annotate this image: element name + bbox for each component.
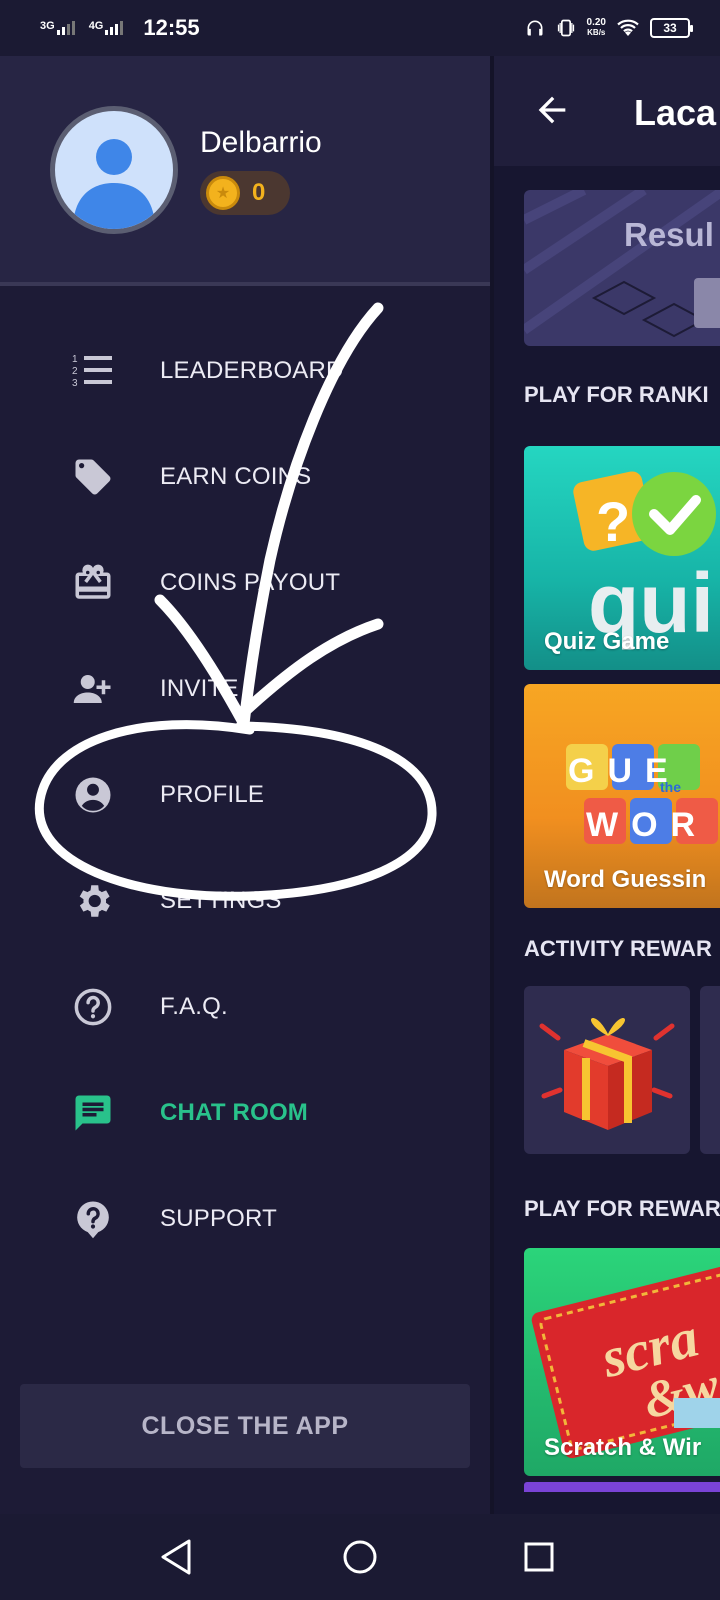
gift-card-icon — [75, 564, 111, 599]
status-right: 0.20 KB/s 33 — [525, 18, 693, 38]
svg-text:1: 1 — [72, 354, 78, 365]
results-card-title: Resul — [624, 216, 714, 253]
menu-label-chat-room: CHAT ROOM — [160, 1099, 309, 1126]
scratch-win-label: Scratch & Wir — [544, 1434, 702, 1461]
word-guessing-label: Word Guessin — [544, 866, 707, 893]
wifi-icon — [617, 19, 639, 36]
navigation-drawer: Delbarrio ★ 0 123 LEADERBOARD EARN COINS… — [0, 56, 490, 1514]
gift-box-icon — [539, 1017, 675, 1130]
main-screen: Laca Resul PLAY FOR RANKI ? qui Quiz Gam… — [490, 56, 720, 1514]
person-icon — [73, 139, 155, 229]
menu-item-invite[interactable]: INVITE — [0, 644, 490, 734]
nav-back-button[interactable] — [154, 1534, 200, 1580]
menu-label-earn-coins: EARN COINS — [160, 463, 312, 490]
menu-label-coins-payout: COINS PAYOUT — [160, 569, 341, 596]
network-speed: 0.20 KB/s — [587, 18, 606, 38]
menu-label-leaderboard: LEADERBOARD — [160, 357, 344, 384]
network-3g-label: 3G — [40, 20, 55, 32]
signal-bars-icon — [105, 21, 124, 35]
word-art-mid-text: the — [660, 779, 681, 795]
menu-label-faq: F.A.Q. — [160, 993, 228, 1020]
menu-item-coins-payout[interactable]: COINS PAYOUT — [0, 538, 490, 628]
word-art-bottom-text: WOR — [586, 806, 708, 844]
next-card-edge[interactable] — [524, 1482, 720, 1492]
close-app-button[interactable]: CLOSE THE APP — [20, 1384, 470, 1468]
system-navigation-bar — [0, 1514, 720, 1600]
menu-item-settings[interactable]: SETTINGS — [0, 856, 490, 946]
back-arrow-icon[interactable] — [532, 90, 572, 130]
signal-bars-icon — [56, 21, 75, 35]
nav-home-button[interactable] — [337, 1534, 383, 1580]
results-card[interactable]: Resul — [524, 190, 720, 346]
account-circle-icon — [75, 777, 111, 813]
results-card-pattern — [524, 190, 720, 338]
status-bar: 3G 4G 12:55 0.20 KB/s 33 — [0, 0, 720, 56]
coin-star-icon: ★ — [206, 176, 240, 210]
menu-item-leaderboard[interactable]: 123 LEADERBOARD — [0, 326, 490, 416]
scratch-win-card[interactable]: scra &w Scratch & Wir — [524, 1248, 720, 1476]
section-title-rewards: PLAY FOR REWAR — [524, 1196, 720, 1221]
user-name: Delbarrio — [200, 126, 322, 159]
menu-item-chat-room[interactable]: CHAT ROOM — [0, 1068, 490, 1158]
help-bubble-icon — [77, 1201, 109, 1239]
gear-icon — [79, 885, 110, 917]
network-3g-indicator: 3G — [40, 21, 75, 35]
question-circle-icon — [74, 988, 112, 1026]
activity-reward-card-2[interactable] — [700, 986, 720, 1154]
square-recents-icon — [524, 1542, 554, 1572]
coin-balance-badge: ★ 0 — [200, 171, 290, 215]
svg-text:2: 2 — [72, 366, 78, 377]
word-guessing-card[interactable]: GUE the WOR Word Guessin — [524, 684, 720, 908]
menu-item-faq[interactable]: F.A.Q. — [0, 962, 490, 1052]
section-title-activity: ACTIVITY REWAR — [524, 936, 712, 961]
status-left: 3G 4G 12:55 — [40, 15, 200, 41]
menu-label-profile: PROFILE — [160, 781, 265, 808]
coin-count: 0 — [252, 179, 266, 206]
nav-recents-button[interactable] — [516, 1534, 562, 1580]
drawer-header: Delbarrio ★ 0 — [0, 56, 490, 286]
menu-item-earn-coins[interactable]: EARN COINS — [0, 432, 490, 522]
menu-item-support[interactable]: SUPPORT — [0, 1174, 490, 1264]
question-mark-icon: ? — [596, 490, 630, 553]
headphones-icon — [527, 20, 543, 36]
menu-label-settings: SETTINGS — [160, 887, 282, 914]
triangle-back-icon — [161, 1539, 191, 1575]
network-4g-label: 4G — [88, 20, 104, 32]
tag-icon — [75, 459, 111, 495]
vibrate-icon — [557, 19, 574, 37]
activity-reward-card[interactable] — [524, 986, 690, 1154]
person-add-icon — [73, 675, 111, 703]
section-title-ranking: PLAY FOR RANKI — [524, 382, 709, 407]
leaderboard-list-icon: 123 — [72, 354, 112, 389]
network-4g-indicator: 4G — [89, 21, 124, 35]
battery-icon: 33 — [650, 18, 693, 38]
battery-level: 33 — [663, 21, 677, 35]
quiz-game-card[interactable]: ? qui Quiz Game — [524, 446, 720, 670]
circle-home-icon — [343, 1540, 377, 1574]
menu-label-support: SUPPORT — [160, 1205, 277, 1232]
network-speed-unit: KB/s — [587, 28, 606, 37]
quiz-game-label: Quiz Game — [544, 628, 670, 655]
network-speed-value: 0.20 — [586, 17, 606, 28]
chat-icon — [75, 1095, 111, 1131]
app-bar: Laca — [494, 56, 720, 166]
clock: 12:55 — [143, 15, 200, 40]
avatar[interactable] — [50, 106, 178, 234]
page-title: Laca — [634, 92, 717, 133]
svg-text:3: 3 — [72, 378, 78, 389]
menu-label-invite: INVITE — [160, 675, 239, 702]
menu-item-profile[interactable]: PROFILE — [0, 750, 490, 840]
